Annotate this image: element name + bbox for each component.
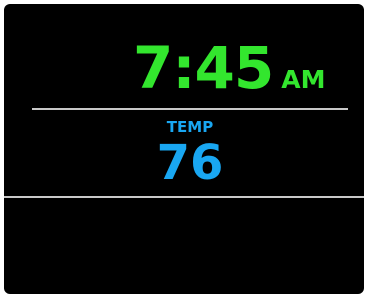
clock-display: 7:45 AM [133,38,326,98]
clock-time: 7:45 [133,34,274,102]
bottom-divider [4,196,364,198]
display-screen: 7:45 AM TEMP 76 [4,4,364,294]
top-divider [32,108,348,110]
temperature-value: 76 [156,135,224,191]
clock-ampm: AM [281,65,326,94]
temperature-label: TEMP [166,118,214,136]
